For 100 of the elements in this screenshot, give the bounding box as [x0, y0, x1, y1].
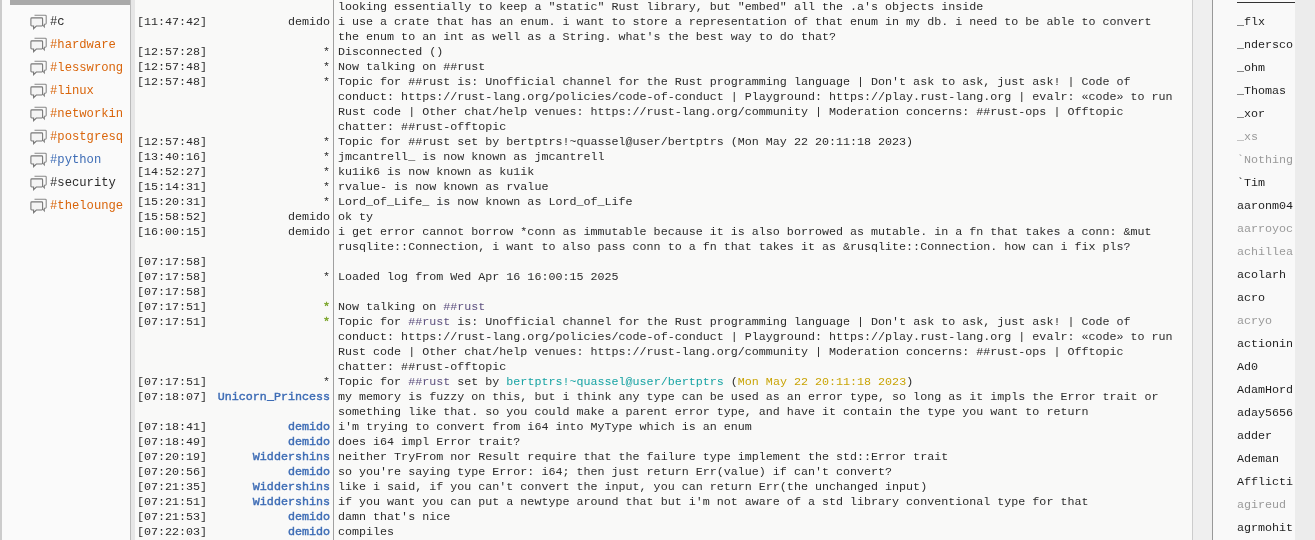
timestamp: [07:20:19]: [137, 450, 208, 464]
channel-item[interactable]: #lesswrong: [2, 56, 130, 79]
nickname: *: [323, 45, 330, 59]
timestamp: [12:57:48]: [137, 60, 208, 74]
timestamp: [07:22:03]: [137, 525, 208, 539]
message-text: i get error cannot borrow *conn as immutable because it is also borrowed as mutable. in a fn that takes a conn: &mut rusqlite::Connection, i want to also pass conn to a fn that takes it as &rusqlite::Connection. how can i fix pls?: [338, 225, 1153, 254]
user-item[interactable]: `Tim: [1237, 172, 1295, 195]
timestamp: [15:14:31]: [137, 180, 208, 194]
message-text: like i said, if you can't convert the input, you can return Err(the unchanged input): [338, 480, 928, 494]
message-text: jmcantrell_ is now known as jmcantrell: [338, 150, 605, 164]
user-item[interactable]: AdamHord: [1237, 379, 1295, 402]
nickname: Widdershins: [252, 495, 330, 509]
message-text: damn that's nice: [338, 510, 451, 524]
timestamp: [12:57:48]: [137, 75, 208, 89]
nickname: Widdershins: [252, 450, 330, 464]
channel-item[interactable]: #python: [2, 148, 130, 171]
user-item[interactable]: Afflicti: [1237, 471, 1295, 494]
timestamp: [07:21:35]: [137, 480, 208, 494]
user-item[interactable]: aday5656: [1237, 402, 1295, 425]
user-item[interactable]: _flx: [1237, 11, 1295, 34]
user-item[interactable]: agrmohit: [1237, 517, 1295, 540]
timestamp: [07:17:58]: [137, 270, 208, 284]
channel-item[interactable]: #postgresq: [2, 125, 130, 148]
nickname: demido: [287, 525, 330, 539]
user-item[interactable]: acro: [1237, 287, 1295, 310]
chat-bubbles-icon: [30, 59, 48, 76]
timestamp: [11:47:42]: [137, 15, 208, 29]
timestamp: [07:21:53]: [137, 510, 208, 524]
timestamp: [12:57:28]: [137, 45, 208, 59]
timestamp: [16:00:15]: [137, 225, 208, 239]
nickname: demido: [287, 465, 330, 479]
timestamp: [15:58:52]: [137, 210, 208, 224]
nickname: *: [323, 135, 330, 149]
message-text: Topic for ##rust set by bertptrs!~quassel@user/bertptrs (Mon May 22 20:11:18 2023): [338, 135, 914, 149]
message-text: Topic for ##rust is: Unofficial channel for the Rust programming language | Don't ask to ask, just ask! | Code of conduct: https://rust-lang.org/policies/code-of-conduct | Playground: https://play.rust-lang.org | evalr: «code» to run Rust code | Other chat/help venues: https://rust-lang.org/community | Moderation concerns: ##rust-ops | Offtopic chatter: ##rust-offtopic: [338, 75, 1174, 134]
user-item[interactable]: acolarh: [1237, 264, 1295, 287]
user-item[interactable]: Ademan: [1237, 448, 1295, 471]
channel-item[interactable]: #security: [2, 171, 130, 194]
user-item[interactable]: Ad0: [1237, 356, 1295, 379]
timestamp: [13:40:16]: [137, 150, 208, 164]
message-text: Lord_of_Life_ is now known as Lord_of_Life: [338, 195, 633, 209]
nickname: demido: [287, 420, 330, 434]
timestamp: [12:57:48]: [137, 135, 208, 149]
chat-bubbles-icon: [30, 128, 48, 145]
nickname: *: [323, 195, 330, 209]
timestamp: [07:20:56]: [137, 465, 208, 479]
nickname: Widdershins: [252, 480, 330, 494]
timestamp: [15:20:31]: [137, 195, 208, 209]
timestamp: [07:18:41]: [137, 420, 208, 434]
nickname: *: [323, 315, 330, 329]
chat-bubbles-icon: [30, 82, 48, 99]
message-text: if you want you can put a newtype around that but i'm not aware of a std library conventional type for that: [338, 495, 1089, 509]
message-text: i use a crate that has an enum. i want to store a representation of that enum in my db. i need to be able to convert the enum to an int as well as a String. what's the best way to do that?: [338, 15, 1153, 44]
message-text: ku1ik6 is now known as ku1ik: [338, 165, 535, 179]
nickname: demido: [287, 510, 330, 524]
message-text: neither TryFrom nor Result require that the failure type implement the std::Error trait: [338, 450, 949, 464]
chat-bubbles-icon: [30, 174, 48, 191]
message-text: rvalue- is now known as rvalue: [338, 180, 549, 194]
nickname: *: [323, 180, 330, 194]
timestamp: [07:17:58]: [137, 285, 208, 299]
channel-item[interactable]: #thelounge: [2, 194, 130, 217]
nickname: *: [323, 270, 330, 284]
chat-bubbles-icon: [30, 36, 48, 53]
scrollbar[interactable]: [1295, 0, 1315, 540]
nickname: demido: [287, 225, 330, 239]
channel-item[interactable]: #linux: [2, 79, 130, 102]
nickname: demido: [287, 210, 330, 224]
channel-item[interactable]: #c: [2, 10, 130, 33]
user-item[interactable]: _xor: [1237, 103, 1295, 126]
timestamp: [14:52:27]: [137, 165, 208, 179]
nickname: *: [323, 300, 330, 314]
message-text: Topic for ##rust set by bertptrs!~quassel@user/bertptrs (Mon May 22 20:11:18 2023): [338, 375, 914, 389]
message-text: Now talking on ##rust: [338, 60, 486, 74]
user-item[interactable]: _ohm: [1237, 57, 1295, 80]
user-item[interactable]: _ndersco: [1237, 34, 1295, 57]
nickname: Unicorn_Princess: [217, 390, 330, 404]
timestamp: [07:17:58]: [137, 255, 208, 269]
user-item[interactable]: _Thomas: [1237, 80, 1295, 103]
message-text: Loaded log from Wed Apr 16 16:00:15 2025: [338, 270, 619, 284]
timestamp: [07:17:51]: [137, 300, 208, 314]
timestamp: [07:21:51]: [137, 495, 208, 509]
channel-item[interactable]: #hardware: [2, 33, 130, 56]
channel-item[interactable]: #networkin: [2, 102, 130, 125]
timestamp: [07:17:51]: [137, 315, 208, 329]
message-text: Disconnected (): [338, 45, 444, 59]
timestamp: [07:18:07]: [137, 390, 208, 404]
user-item[interactable]: aaronm04: [1237, 195, 1295, 218]
nickname: *: [323, 165, 330, 179]
chat-bubbles-icon: [30, 13, 48, 30]
user-item[interactable]: actionin: [1237, 333, 1295, 356]
user-item[interactable]: adder: [1237, 425, 1295, 448]
message-text: so you're saying type Error: i64; then just return Err(value) if can't convert?: [338, 465, 893, 479]
timestamp: [07:17:51]: [137, 375, 208, 389]
message-text: ok ty: [338, 210, 374, 224]
timestamp: [07:18:49]: [137, 435, 208, 449]
message-text: i'm trying to convert from i64 into MyType which is an enum: [338, 420, 752, 434]
chat-bubbles-icon: [30, 197, 48, 214]
nickname: *: [323, 75, 330, 89]
message-text: looking essentially to keep a "static" Rust library, but "embed" all the .a's objects inside: [338, 0, 984, 14]
chat-bubbles-icon: [30, 105, 48, 122]
